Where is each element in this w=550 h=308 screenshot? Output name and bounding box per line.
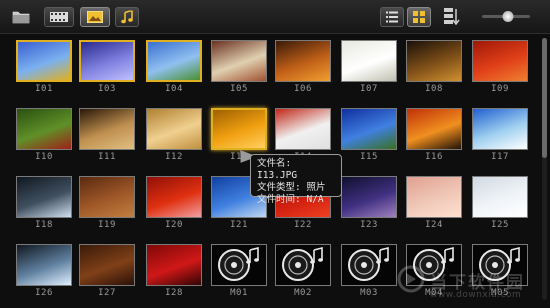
vertical-scrollbar[interactable] bbox=[542, 38, 547, 300]
music-disc-icon bbox=[276, 245, 328, 285]
thumbnail-caption: I23 bbox=[360, 220, 378, 230]
thumbnail-i18[interactable] bbox=[16, 176, 72, 218]
thumbnail-i26[interactable] bbox=[16, 244, 72, 286]
thumbnail-i25[interactable] bbox=[472, 176, 528, 218]
sort-button[interactable] bbox=[441, 5, 463, 29]
thumbnail-caption: M01 bbox=[230, 288, 248, 298]
thumbnail-i24[interactable] bbox=[406, 176, 462, 218]
thumbnail-m01[interactable] bbox=[211, 244, 267, 286]
thumbnail-i08[interactable] bbox=[406, 40, 462, 82]
music-disc-icon bbox=[342, 245, 394, 285]
zoom-slider-knob[interactable] bbox=[502, 11, 514, 22]
thumbnail-caption: I08 bbox=[425, 84, 443, 94]
video-filter-button[interactable] bbox=[44, 7, 74, 27]
thumbnail-i23[interactable] bbox=[341, 176, 397, 218]
thumbnail-caption: M03 bbox=[360, 288, 378, 298]
thumbnail-caption: I09 bbox=[491, 84, 509, 94]
thumbnail-i28[interactable] bbox=[146, 244, 202, 286]
thumbnail-i27[interactable] bbox=[79, 244, 135, 286]
thumbnail-caption: I10 bbox=[35, 152, 53, 162]
thumbnail-i05[interactable] bbox=[211, 40, 267, 82]
thumbnail-caption: I24 bbox=[425, 220, 443, 230]
thumbnail-i01[interactable] bbox=[16, 40, 72, 82]
photo-filter-button[interactable] bbox=[80, 7, 110, 27]
music-disc-icon bbox=[212, 245, 264, 285]
tooltip-filetime: 文件时间: N/A bbox=[257, 194, 324, 205]
thumbnail-caption: I07 bbox=[360, 84, 378, 94]
watermark: 当下软件园 www.downxia.com bbox=[396, 262, 546, 308]
thumbnail-caption: I28 bbox=[165, 288, 183, 298]
thumbnail-caption: I05 bbox=[230, 84, 248, 94]
thumbnail-i20[interactable] bbox=[146, 176, 202, 218]
thumbnail-caption: I06 bbox=[294, 84, 312, 94]
thumbnail-caption: I19 bbox=[98, 220, 116, 230]
thumbnail-caption: I27 bbox=[98, 288, 116, 298]
thumbnail-i17[interactable] bbox=[472, 108, 528, 150]
thumbnail-i12[interactable] bbox=[146, 108, 202, 150]
thumbnail-caption: I16 bbox=[425, 152, 443, 162]
thumbnail-caption: I17 bbox=[491, 152, 509, 162]
watermark-url: www.downxia.com bbox=[430, 290, 522, 300]
grid-view-button[interactable] bbox=[407, 7, 431, 27]
thumbnail-caption: I15 bbox=[360, 152, 378, 162]
thumbnail-caption: I04 bbox=[165, 84, 183, 94]
thumbnail-m03[interactable] bbox=[341, 244, 397, 286]
thumbnail-i03[interactable] bbox=[79, 40, 135, 82]
zoom-slider[interactable] bbox=[482, 11, 530, 22]
thumbnail-caption: I01 bbox=[35, 84, 53, 94]
tooltip-filetype: 文件类型: 照片 bbox=[257, 182, 326, 193]
thumbnail-m02[interactable] bbox=[275, 244, 331, 286]
thumbnail-i11[interactable] bbox=[79, 108, 135, 150]
music-filter-button[interactable] bbox=[115, 7, 139, 27]
thumbnail-caption: I18 bbox=[35, 220, 53, 230]
thumbnail-i04[interactable] bbox=[146, 40, 202, 82]
thumbnail-i19[interactable] bbox=[79, 176, 135, 218]
thumbnail-caption: M02 bbox=[294, 288, 312, 298]
thumbnail-caption: I20 bbox=[165, 220, 183, 230]
scrollbar-thumb[interactable] bbox=[542, 38, 547, 158]
list-view-button[interactable] bbox=[380, 7, 404, 27]
thumbnail-i10[interactable] bbox=[16, 108, 72, 150]
thumbnail-caption: I03 bbox=[98, 84, 116, 94]
thumbnail-caption: I12 bbox=[165, 152, 183, 162]
thumbnail-caption: I25 bbox=[491, 220, 509, 230]
toolbar bbox=[0, 0, 550, 34]
thumbnail-i07[interactable] bbox=[341, 40, 397, 82]
thumbnail-i06[interactable] bbox=[275, 40, 331, 82]
thumbnail-i15[interactable] bbox=[341, 108, 397, 150]
thumbnail-i14[interactable] bbox=[275, 108, 331, 150]
thumbnail-caption: I26 bbox=[35, 288, 53, 298]
file-info-tooltip: 文件名: I13.JPG 文件类型: 照片 文件时间: N/A bbox=[250, 154, 342, 205]
thumbnail-i16[interactable] bbox=[406, 108, 462, 150]
thumbnail-caption: I21 bbox=[230, 220, 248, 230]
folder-icon[interactable] bbox=[12, 9, 30, 28]
tooltip-filename: 文件名: I13.JPG bbox=[257, 158, 298, 181]
watermark-logo-icon bbox=[396, 264, 426, 299]
thumbnail-i09[interactable] bbox=[472, 40, 528, 82]
thumbnail-caption: I11 bbox=[98, 152, 116, 162]
thumbnail-caption: I22 bbox=[294, 220, 312, 230]
thumbnail-i13[interactable] bbox=[211, 108, 267, 150]
